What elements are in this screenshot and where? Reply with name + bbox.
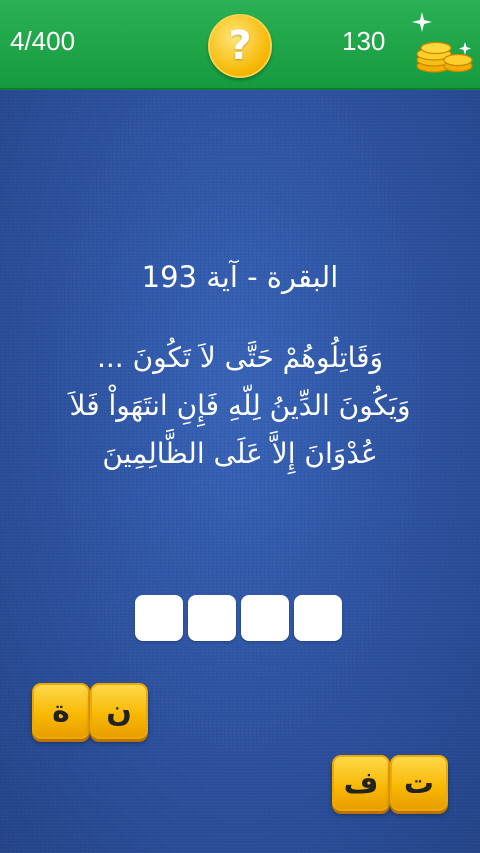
answer-slot[interactable]: [188, 595, 236, 641]
letter-tile[interactable]: ن: [90, 683, 148, 739]
answer-slot[interactable]: [241, 595, 289, 641]
verse-line: وَيَكُونَ الدِّينُ لِلّهِ فَإِنِ انتَهَو…: [69, 389, 411, 422]
coins-count: 130: [342, 26, 386, 56]
letter-tile[interactable]: ف: [332, 755, 390, 811]
hint-button[interactable]: ?: [208, 14, 272, 78]
answer-slot[interactable]: [294, 595, 342, 641]
answer-slot[interactable]: [135, 595, 183, 641]
top-bar: 4/400 ? 130: [0, 0, 480, 90]
verse-line: عُدْوَانَ إِلاَّ عَلَى الظَّالِمِينَ: [102, 437, 378, 470]
surah-reference: البقرة - آية 193: [141, 260, 339, 294]
answer-slots: [135, 595, 346, 641]
coins-stack-sparkle-icon[interactable]: [408, 8, 478, 78]
level-counter: 4/400: [10, 26, 76, 56]
verse-line: وَقَاتِلُوهُمْ حَتَّى لاَ تَكُونَ ...: [96, 341, 383, 374]
game-area: البقرة - آية 193 وَقَاتِلُوهُمْ حَتَّى ل…: [0, 90, 480, 853]
letter-tile[interactable]: ة: [32, 683, 90, 739]
verse-text: وَقَاتِلُوهُمْ حَتَّى لاَ تَكُونَ ... وَ…: [40, 334, 440, 478]
letter-tile[interactable]: ت: [390, 755, 448, 811]
